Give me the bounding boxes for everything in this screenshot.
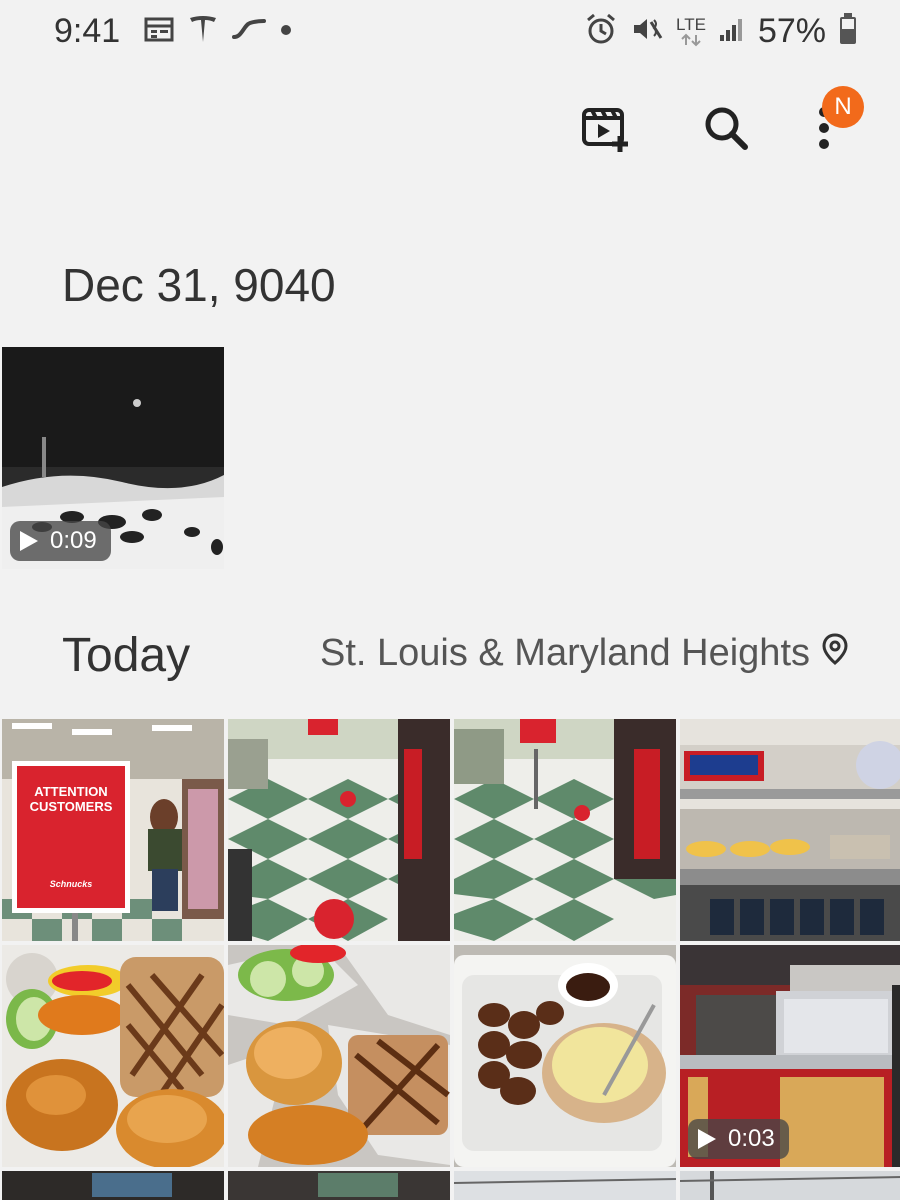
- status-bar: 9:41 LTE 57%: [0, 0, 900, 64]
- video-duration-badge: 0:03: [688, 1119, 789, 1159]
- search-button[interactable]: [700, 104, 752, 156]
- create-movie-button[interactable]: [580, 104, 632, 156]
- vibrate-mute-icon: [630, 12, 664, 51]
- lte-icon: LTE: [676, 16, 706, 47]
- video-thumbnail[interactable]: 0:09: [2, 347, 224, 569]
- photo-thumbnail[interactable]: [454, 945, 676, 1167]
- photo-thumbnail[interactable]: [454, 719, 676, 941]
- section-location[interactable]: St. Louis & Maryland Heights: [320, 632, 848, 675]
- battery-icon: [838, 12, 858, 51]
- photo-thumbnail[interactable]: [2, 945, 224, 1167]
- photo-thumbnail[interactable]: [2, 1171, 224, 1200]
- video-duration: 0:09: [50, 527, 97, 554]
- notification-badge[interactable]: N: [822, 86, 864, 128]
- photo-thumbnail[interactable]: [228, 719, 450, 941]
- location-text: St. Louis & Maryland Heights: [319, 632, 810, 674]
- sign-title: ATTENTION CUSTOMERS: [29, 784, 113, 814]
- play-icon: [20, 531, 38, 551]
- video-duration: 0:03: [728, 1125, 775, 1152]
- photo-thumbnail[interactable]: [680, 1171, 900, 1200]
- section-date-heading: Dec 31, 9040: [62, 259, 336, 311]
- photo-thumbnail[interactable]: [454, 1171, 676, 1200]
- video-thumbnail[interactable]: 0:03: [680, 945, 900, 1167]
- alarm-icon: [584, 12, 618, 51]
- play-icon: [698, 1129, 716, 1149]
- status-time: 9:41: [54, 12, 121, 50]
- create-movie-icon: [580, 102, 632, 159]
- search-icon: [701, 103, 751, 158]
- photo-thumbnail[interactable]: [680, 719, 900, 941]
- sign-brand: Schnucks: [49, 879, 93, 889]
- swipe-icon: [232, 17, 266, 46]
- tesla-icon: [188, 14, 218, 49]
- photo-thumbnail[interactable]: ATTENTION CUSTOMERS Schnucks: [2, 719, 224, 941]
- video-duration-badge: 0:09: [10, 521, 111, 561]
- location-pin-icon: [822, 632, 848, 675]
- signal-icon: [718, 15, 746, 48]
- photo-thumbnail[interactable]: [228, 945, 450, 1167]
- photo-thumbnail[interactable]: [228, 1171, 450, 1200]
- dot-icon: [280, 23, 292, 41]
- calendar-icon: [144, 16, 174, 47]
- battery-percent: 57%: [757, 12, 826, 50]
- section-date-heading: Today: [62, 629, 191, 682]
